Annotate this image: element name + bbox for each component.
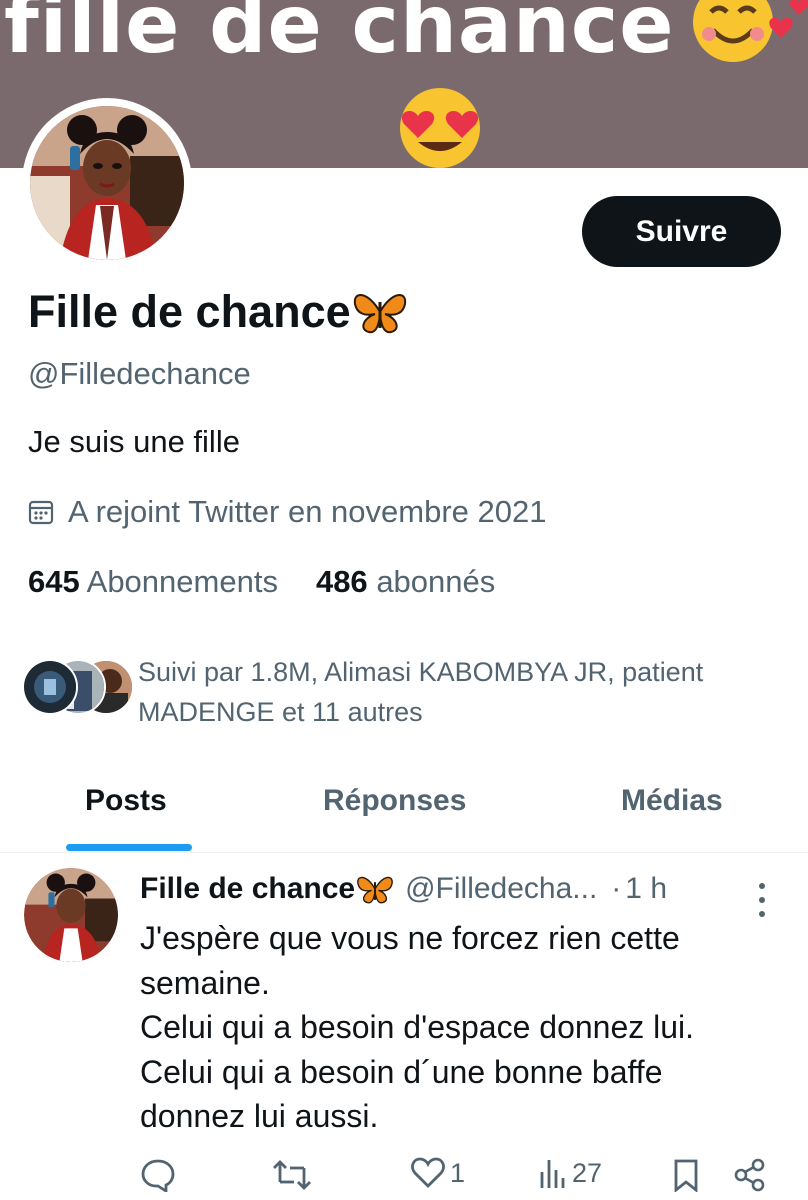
tab-posts[interactable]: Posts xyxy=(85,784,167,818)
share-button[interactable] xyxy=(734,1158,766,1192)
reply-icon xyxy=(141,1159,175,1192)
avatar xyxy=(22,659,78,715)
followers-you-know-avatars xyxy=(22,652,134,715)
tweet-author[interactable]: Fille de chance xyxy=(140,872,395,906)
calendar-icon xyxy=(28,500,54,525)
tab-replies[interactable]: Réponses xyxy=(323,784,466,818)
active-tab-indicator xyxy=(66,844,192,851)
retweet-icon xyxy=(273,1160,311,1190)
followers-link[interactable]: 486 abonnés xyxy=(316,564,495,600)
tweet-handle[interactable]: @Filledecha... xyxy=(405,872,597,906)
joined-date: A rejoint Twitter en novembre 2021 xyxy=(28,494,547,530)
tweet-avatar[interactable] xyxy=(24,868,118,962)
butterfly-icon xyxy=(357,876,393,904)
views-icon xyxy=(540,1160,565,1188)
butterfly-icon xyxy=(353,294,406,334)
profile-display-name: Fille de chance xyxy=(28,286,409,338)
profile-tabs: Posts Réponses Médias xyxy=(0,770,808,853)
reply-button[interactable] xyxy=(140,1158,176,1192)
like-icon xyxy=(411,1157,445,1188)
profile-stats: 645 Abonnements 486 abonnés xyxy=(28,564,495,600)
follow-button[interactable]: Suivre xyxy=(582,196,781,267)
bookmark-button[interactable] xyxy=(672,1158,700,1192)
tweet-time[interactable]: 1 h xyxy=(625,872,667,906)
following-label: Abonnements xyxy=(86,564,278,599)
followed-by-text: Suivi par 1.8M, Alimasi KABOMBYA JR, pat… xyxy=(138,657,704,727)
followers-label: abonnés xyxy=(376,564,496,599)
tweet-line: donnez lui aussi. xyxy=(140,1098,379,1134)
tweet-line: J'espère que vous ne forcez rien cette xyxy=(140,920,680,956)
tweet-line: semaine. xyxy=(140,964,270,1001)
retweet-button[interactable] xyxy=(272,1158,312,1192)
profile-avatar[interactable] xyxy=(22,98,192,268)
share-icon xyxy=(734,1158,765,1192)
tweet-actions: 1 27 xyxy=(0,1150,808,1200)
tweet-line: Celui qui a besoin d'espace donnez lui. xyxy=(140,1009,695,1045)
profile-bio: Je suis une fille xyxy=(28,424,240,459)
profile-handle: @Filledechance xyxy=(28,356,251,391)
bookmark-icon xyxy=(674,1159,698,1192)
avatar-illustration xyxy=(24,868,118,962)
display-name-text: Fille de chance xyxy=(28,286,351,337)
followed-by[interactable]: Suivi par 1.8M, Alimasi KABOMBYA JR, pat… xyxy=(22,652,778,732)
banner-text: fille de chance xyxy=(4,0,675,71)
tweet-author-name: Fille de chance xyxy=(140,872,356,905)
like-button[interactable]: 1 xyxy=(410,1156,465,1190)
tab-media[interactable]: Médias xyxy=(621,784,723,818)
following-link[interactable]: 645 Abonnements xyxy=(28,564,278,600)
smiling-face-with-hearts-icon xyxy=(693,0,808,62)
more-options-icon[interactable] xyxy=(752,880,772,920)
tweet-separator: · xyxy=(611,872,622,905)
view-count: 27 xyxy=(572,1157,603,1188)
views-button[interactable]: 27 xyxy=(538,1156,602,1190)
like-count: 1 xyxy=(450,1157,466,1188)
tweet-text: J'espère que vous ne forcez rien cette s… xyxy=(140,916,780,1139)
avatar-illustration xyxy=(30,106,184,260)
followers-count: 486 xyxy=(315,564,368,599)
following-count: 645 xyxy=(28,564,80,599)
tweet-line: Celui qui a besoin d´une bonne baffe xyxy=(140,1053,663,1090)
heart-eyes-icon xyxy=(400,88,480,168)
tweet-header: Fille de chance @Filledecha... · 1 h xyxy=(140,872,667,906)
joined-text: A rejoint Twitter en novembre 2021 xyxy=(68,494,547,529)
